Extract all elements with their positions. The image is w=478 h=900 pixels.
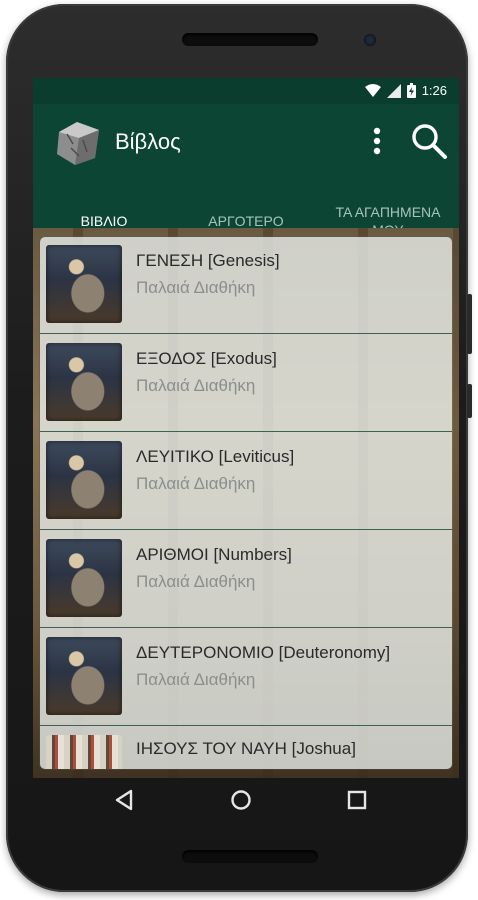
book-testament: Παλαιά Διαθήκη xyxy=(136,670,256,689)
book-testament: Παλαιά Διαθήκη xyxy=(136,376,256,395)
book-list: ΓΕΝΕΣΗ [Genesis] Παλαιά Διαθήκη ΕΞΟΔΟΣ [… xyxy=(40,237,452,769)
list-item[interactable]: ΑΡΙΘΜΟΙ [Numbers] Παλαιά Διαθήκη xyxy=(40,531,452,628)
list-item[interactable]: ΓΕΝΕΣΗ [Genesis] Παλαιά Διαθήκη xyxy=(40,237,452,334)
book-title: ΕΞΟΔΟΣ [Exodus] xyxy=(136,349,277,368)
volume-button xyxy=(467,294,472,354)
bottom-speaker xyxy=(182,850,318,863)
battery-charging-icon xyxy=(406,83,416,98)
book-title: ΓΕΝΕΣΗ [Genesis] xyxy=(136,251,280,270)
home-icon[interactable] xyxy=(229,788,253,812)
list-item[interactable]: ΛΕΥΙΤΙΚΟ [Leviticus] Παλαιά Διαθήκη xyxy=(40,433,452,530)
screen: 1:26 Βίβλος ΒΙΒΛΙΟ ΑΡΓΟΤΕΡΟ ΤΑ ΑΓΑΠΗΜΕΝΑ… xyxy=(33,78,459,778)
top-speaker xyxy=(182,33,318,46)
power-button xyxy=(467,384,472,418)
wifi-icon xyxy=(364,83,381,97)
phone-frame: 1:26 Βίβλος ΒΙΒΛΙΟ ΑΡΓΟΤΕΡΟ ΤΑ ΑΓΑΠΗΜΕΝΑ… xyxy=(6,4,472,892)
list-item[interactable]: ΕΞΟΔΟΣ [Exodus] Παλαιά Διαθήκη xyxy=(40,335,452,432)
back-icon[interactable] xyxy=(114,789,134,811)
joshua-thumbnail xyxy=(46,735,122,769)
book-title: ΔΕΥΤΕΡΟΝΟΜΙΟ [Deuteronomy] xyxy=(136,643,391,662)
signal-icon xyxy=(386,83,401,98)
more-vert-icon[interactable] xyxy=(365,121,389,161)
moses-thumbnail xyxy=(46,245,122,323)
book-testament: Παλαιά Διαθήκη xyxy=(136,572,256,591)
front-camera xyxy=(364,34,376,46)
moses-thumbnail xyxy=(46,539,122,617)
status-time: 1:26 xyxy=(421,83,447,98)
list-item[interactable]: ΙΗΣΟΥΣ ΤΟΥ ΝΑΥΗ [Joshua] xyxy=(40,727,452,769)
book-testament: Παλαιά Διαθήκη xyxy=(136,474,256,493)
book-title: ΑΡΙΘΜΟΙ [Numbers] xyxy=(136,545,292,564)
app-title: Βίβλος xyxy=(115,129,181,154)
moses-thumbnail xyxy=(46,637,122,715)
recents-icon[interactable] xyxy=(347,790,367,810)
stone-tablet-logo xyxy=(57,122,99,165)
book-testament: Παλαιά Διαθήκη xyxy=(136,278,256,297)
status-bar: 1:26 xyxy=(33,78,459,104)
moses-thumbnail xyxy=(46,441,122,519)
book-title: ΙΗΣΟΥΣ ΤΟΥ ΝΑΥΗ [Joshua] xyxy=(136,739,356,758)
search-icon[interactable] xyxy=(409,121,449,161)
content-background: ΓΕΝΕΣΗ [Genesis] Παλαιά Διαθήκη ΕΞΟΔΟΣ [… xyxy=(33,228,459,778)
moses-thumbnail xyxy=(46,343,122,421)
list-item[interactable]: ΔΕΥΤΕΡΟΝΟΜΙΟ [Deuteronomy] Παλαιά Διαθήκ… xyxy=(40,629,452,726)
app-toolbar: Βίβλος ΒΙΒΛΙΟ ΑΡΓΟΤΕΡΟ ΤΑ ΑΓΑΠΗΜΕΝΑ ΜΟΥ xyxy=(33,104,459,254)
book-title: ΛΕΥΙΤΙΚΟ [Leviticus] xyxy=(136,447,295,466)
